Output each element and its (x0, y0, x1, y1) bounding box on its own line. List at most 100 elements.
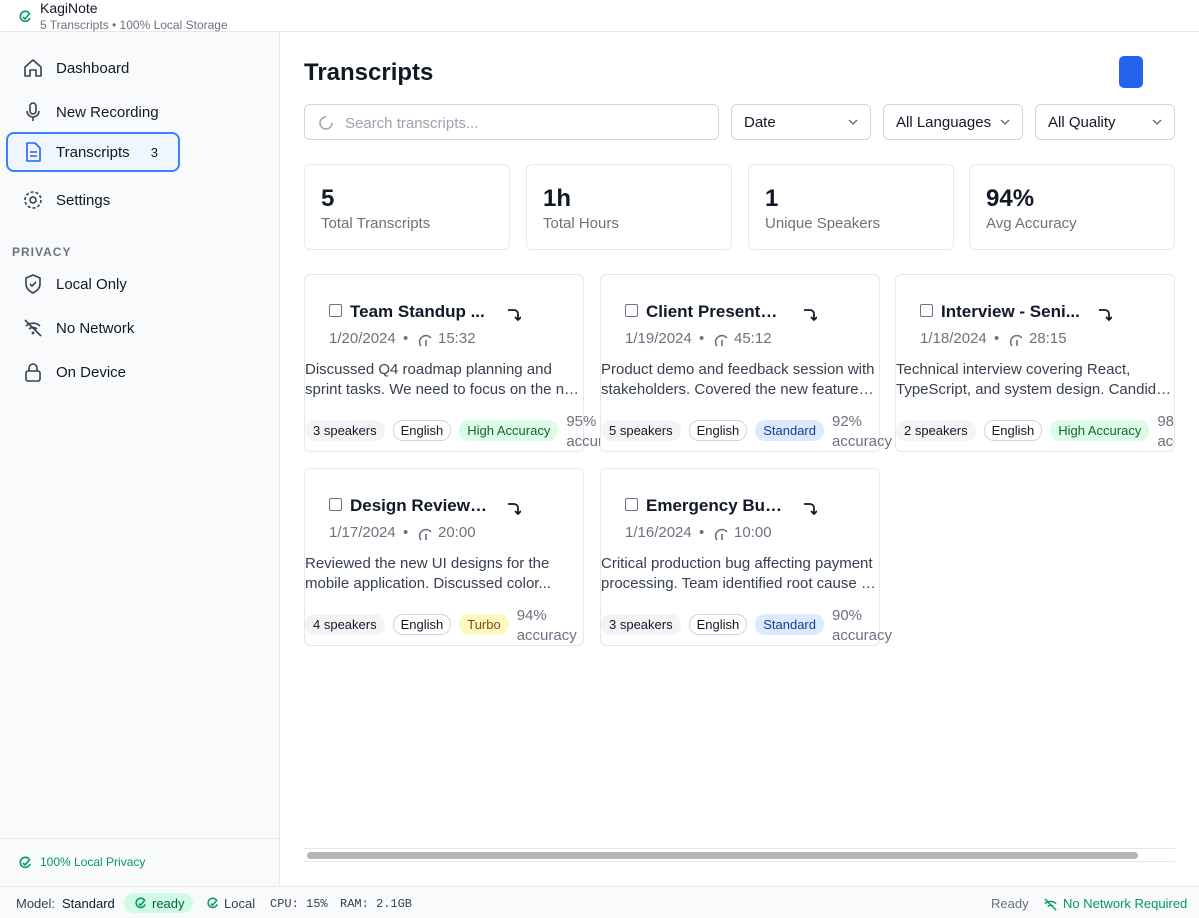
wifi-off-icon (1044, 898, 1057, 911)
transcript-card[interactable]: Client Presentati... 1/19/2024 • 45:12 P… (600, 274, 892, 452)
sort-select-value: Date (744, 114, 776, 131)
search-box[interactable] (304, 104, 719, 140)
language-tag: English (688, 614, 748, 635)
stat-card-avg-accuracy: 94% Avg Accuracy (969, 164, 1175, 250)
select-checkbox[interactable] (329, 304, 342, 317)
transcript-date: 1/16/2024 (625, 524, 692, 541)
transcript-date: 1/17/2024 (329, 524, 396, 541)
language-tag: English (392, 614, 452, 635)
transcript-title: Team Standup ... (350, 302, 485, 321)
transcript-duration: 10:00 (734, 524, 772, 541)
speakers-tag: 2 speakers (896, 420, 976, 441)
accuracy-text: 98% accuracy (1157, 413, 1175, 450)
export-icon[interactable] (1096, 307, 1112, 323)
separator-dot: • (403, 524, 409, 541)
transcript-date: 1/18/2024 (920, 330, 987, 347)
duration-gauge-icon (418, 334, 432, 347)
document-icon (22, 141, 44, 163)
lock-icon (22, 361, 44, 383)
transcript-tags: 5 speakers English Standard 92% accuracy (601, 412, 894, 452)
transcript-summary: Reviewed the new UI designs for the mobil… (305, 555, 551, 592)
privacy-item-no-network: No Network (6, 310, 206, 346)
export-icon[interactable] (801, 307, 817, 323)
accuracy-text: 90% accuracy (832, 607, 893, 644)
horizontal-scrollbar[interactable] (304, 848, 1175, 862)
sidebar-item-label: Transcripts (56, 143, 130, 161)
ram-usage: RAM: 2.1GB (340, 897, 413, 911)
speakers-tag: 3 speakers (601, 614, 681, 635)
privacy-footer-text: 100% Local Privacy (40, 855, 146, 869)
search-input[interactable] (345, 113, 705, 133)
chevron-down-icon (1000, 119, 1010, 126)
speakers-tag: 4 speakers (305, 614, 385, 635)
stat-value: 5 (321, 185, 335, 212)
ready-check-icon (135, 897, 146, 909)
title-bar: KagiNote 5 Transcripts • 100% Local Stor… (0, 0, 1199, 32)
cpu-usage: CPU: 15% (270, 897, 328, 911)
language-tag: English (688, 420, 748, 441)
duration-gauge-icon (714, 528, 728, 541)
export-icon[interactable] (801, 501, 817, 517)
transcript-summary: Discussed Q4 roadmap planning and sprint … (305, 361, 581, 398)
privacy-check-icon (19, 856, 31, 869)
separator-dot: • (699, 524, 705, 541)
scrollbar-thumb[interactable] (307, 852, 1138, 859)
privacy-item-label: No Network (56, 319, 135, 337)
privacy-section-label: PRIVACY (12, 245, 72, 259)
sidebar-item-new-recording[interactable]: New Recording (6, 92, 180, 132)
sidebar-item-transcripts[interactable]: Transcripts 3 (6, 132, 180, 172)
transcript-title: Design Review S... (350, 496, 490, 515)
language-select-value: All Languages (896, 114, 992, 131)
transcript-card[interactable]: Emergency Bug ... 1/16/2024 • 10:00 Crit… (600, 468, 892, 646)
transcript-date: 1/19/2024 (625, 330, 692, 347)
sort-select[interactable]: Date (731, 104, 871, 140)
sidebar-item-label: New Recording (56, 103, 159, 121)
sidebar-item-settings[interactable]: Settings (6, 180, 180, 220)
privacy-footer: 100% Local Privacy (0, 838, 279, 886)
status-bar: Model: Standard ready Local CPU: 15% RAM… (0, 886, 1199, 918)
transcript-summary: Critical production bug affecting paymen… (601, 555, 877, 592)
transcript-duration: 15:32 (438, 330, 476, 347)
duration-gauge-icon (714, 334, 728, 347)
ready-pill-text: ready (152, 896, 185, 911)
model-label: Model: (16, 896, 56, 911)
select-checkbox[interactable] (625, 304, 638, 317)
export-icon[interactable] (505, 307, 521, 323)
export-icon[interactable] (505, 501, 521, 517)
quality-tag: Standard (755, 420, 824, 441)
select-checkbox[interactable] (625, 498, 638, 511)
transcript-card[interactable]: Interview - Seni... 1/18/2024 • 28:15 Te… (895, 274, 1175, 452)
transcript-title: Emergency Bug ... (646, 496, 786, 515)
transcript-tags: 3 speakers English High Accuracy 95% acc… (305, 412, 626, 452)
gear-icon (22, 189, 44, 211)
quality-tag: High Accuracy (1050, 420, 1150, 441)
language-tag: English (392, 420, 452, 441)
stat-card-total-transcripts: 5 Total Transcripts (304, 164, 510, 250)
quality-select-value: All Quality (1048, 114, 1116, 131)
privacy-item-local-only: Local Only (6, 266, 206, 302)
quality-select[interactable]: All Quality (1035, 104, 1175, 140)
loading-spinner-icon (319, 116, 333, 130)
transcript-card[interactable]: Design Review S... 1/17/2024 • 20:00 Rev… (304, 468, 584, 646)
sidebar-item-dashboard[interactable]: Dashboard (6, 48, 180, 88)
stat-label: Total Hours (543, 215, 619, 232)
model-name: Standard (62, 896, 115, 911)
transcript-title: Interview - Seni... (941, 302, 1080, 321)
select-checkbox[interactable] (920, 304, 933, 317)
shield-icon (22, 273, 44, 295)
speakers-tag: 3 speakers (305, 420, 385, 441)
privacy-item-on-device: On Device (6, 354, 206, 390)
stat-label: Unique Speakers (765, 215, 881, 232)
transcript-card[interactable]: Team Standup ... 1/20/2024 • 15:32 Discu… (304, 274, 626, 452)
wifi-off-icon (22, 317, 44, 339)
chevron-down-icon (1152, 119, 1162, 126)
duration-gauge-icon (1009, 334, 1023, 347)
stat-label: Total Transcripts (321, 215, 431, 232)
sidebar: Dashboard New Recording Transcripts 3 Se… (0, 32, 280, 886)
transcript-tags: 3 speakers English Standard 90% accuracy (601, 606, 894, 646)
language-select[interactable]: All Languages (883, 104, 1023, 140)
speakers-tag: 5 speakers (601, 420, 681, 441)
stat-value: 1 (765, 185, 779, 212)
new-transcript-button[interactable] (1119, 56, 1143, 88)
select-checkbox[interactable] (329, 498, 342, 511)
